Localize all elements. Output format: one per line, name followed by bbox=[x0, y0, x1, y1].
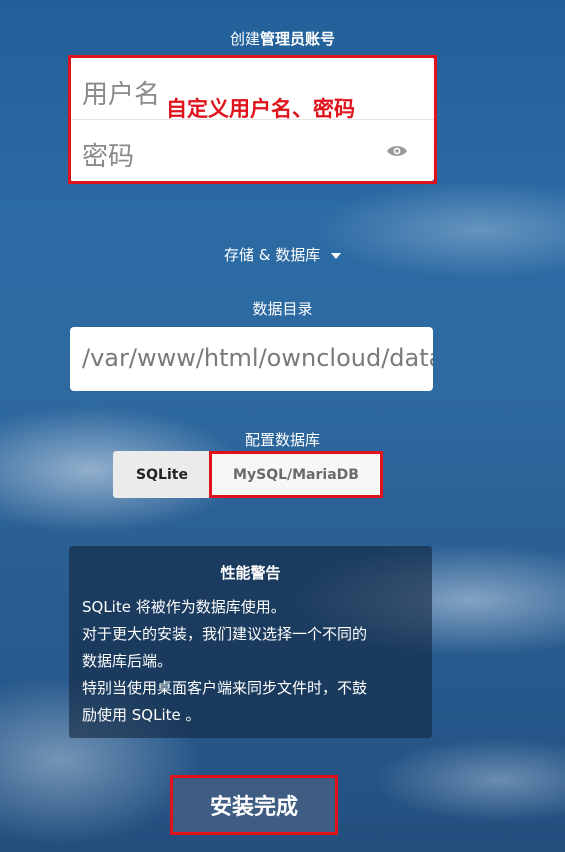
performance-warning-panel: 性能警告 SQLite 将被作为数据库使用。 对于更大的安装，我们建议选择一个不… bbox=[69, 546, 432, 738]
sqlite-option-button[interactable]: SQLite bbox=[113, 451, 211, 498]
warning-line: 励使用 SQLite 。 bbox=[82, 706, 201, 724]
caret-down-icon bbox=[331, 245, 341, 263]
warning-line: 数据库后端。 bbox=[82, 652, 173, 670]
warning-title: 性能警告 bbox=[220, 564, 281, 582]
data-directory-value: /var/www/html/owncloud/data bbox=[82, 344, 433, 372]
mysql-mariadb-option-button[interactable]: MySQL/MariaDB bbox=[209, 451, 383, 498]
warning-line: 特别当使用桌面客户端来同步文件时，不鼓 bbox=[82, 679, 368, 697]
database-config-label: 配置数据库 bbox=[244, 431, 320, 449]
storage-toggle-label: 存储 & 数据库 bbox=[223, 246, 321, 264]
storage-database-toggle[interactable]: 存储 & 数据库 bbox=[0, 244, 565, 265]
admin-account-title: 创建管理员账号 bbox=[0, 28, 565, 49]
data-directory-input[interactable]: /var/www/html/owncloud/data bbox=[70, 327, 433, 391]
admin-title-bold: 管理员账号 bbox=[260, 30, 336, 48]
data-directory-label: 数据目录 bbox=[252, 300, 313, 318]
warning-line: 对于更大的安装，我们建议选择一个不同的 bbox=[82, 625, 368, 643]
annotation-text: 自定义用户名、密码 bbox=[166, 96, 355, 121]
admin-title-prefix: 创建 bbox=[229, 30, 260, 48]
finish-setup-button[interactable]: 安装完成 bbox=[170, 775, 338, 835]
warning-line: SQLite 将被作为数据库使用。 bbox=[82, 598, 286, 616]
